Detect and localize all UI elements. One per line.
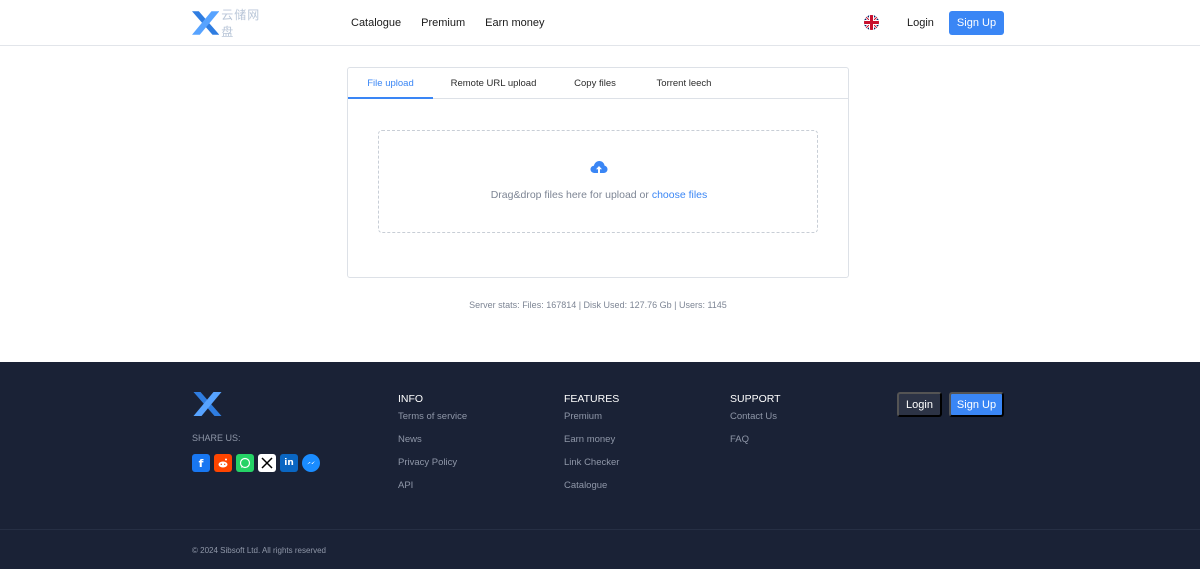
share-label: SHARE US:	[192, 433, 241, 443]
active-tab-indicator	[348, 97, 433, 99]
footer-link-contact[interactable]: Contact Us	[730, 412, 781, 435]
social-share-buttons: f in	[192, 454, 320, 472]
footer-logo[interactable]	[192, 392, 223, 421]
footer-link-catalogue[interactable]: Catalogue	[564, 481, 619, 504]
file-dropzone[interactable]: Drag&drop files here for upload or choos…	[378, 130, 818, 233]
footer-link-link-checker[interactable]: Link Checker	[564, 458, 619, 481]
footer-link-earn-money[interactable]: Earn money	[564, 435, 619, 458]
reddit-icon[interactable]	[214, 454, 232, 472]
footer-col-info: INFO Terms of service News Privacy Polic…	[398, 394, 467, 504]
footer-col-features: FEATURES Premium Earn money Link Checker…	[564, 394, 619, 504]
x-logo-icon	[192, 11, 220, 35]
upload-tabs: File upload Remote URL upload Copy files…	[348, 68, 848, 99]
footer-col-title: INFO	[398, 393, 424, 405]
whatsapp-icon[interactable]	[236, 454, 254, 472]
copyright-text: © 2024 Sibsoft Ltd. All rights reserved	[192, 546, 326, 555]
cloud-upload-icon	[590, 161, 608, 173]
footer-link-api[interactable]: API	[398, 481, 467, 504]
x-icon[interactable]	[258, 454, 276, 472]
footer-link-privacy[interactable]: Privacy Policy	[398, 458, 467, 481]
footer-col-support: SUPPORT Contact Us FAQ	[730, 394, 781, 458]
footer-link-faq[interactable]: FAQ	[730, 435, 781, 458]
facebook-icon[interactable]: f	[192, 454, 210, 472]
site-logo[interactable]: 云储网盘	[192, 8, 272, 39]
language-flag-icon[interactable]	[864, 15, 879, 30]
footer-link-terms[interactable]: Terms of service	[398, 412, 467, 435]
header-signup-button[interactable]: Sign Up	[949, 11, 1004, 35]
footer-col-title: SUPPORT	[730, 393, 781, 405]
tab-remote-url-upload[interactable]: Remote URL upload	[440, 68, 547, 99]
tab-file-upload[interactable]: File upload	[348, 68, 433, 99]
logo-text: 云储网盘	[221, 8, 261, 39]
messenger-icon[interactable]	[302, 454, 320, 472]
linkedin-icon[interactable]: in	[280, 454, 298, 472]
server-stats: Server stats: Files: 167814 | Disk Used:…	[469, 300, 727, 310]
choose-files-link[interactable]: choose files	[652, 189, 707, 201]
footer-divider	[0, 529, 1200, 530]
tab-copy-files[interactable]: Copy files	[560, 68, 630, 99]
site-footer: SHARE US: f in INFO Terms of service New…	[0, 362, 1200, 569]
footer-link-premium[interactable]: Premium	[564, 412, 619, 435]
upload-card: File upload Remote URL upload Copy files…	[347, 67, 849, 278]
dropzone-text: Drag&drop files here for upload or choos…	[379, 189, 819, 201]
footer-login-button[interactable]: Login	[897, 392, 942, 417]
nav-catalogue[interactable]: Catalogue	[351, 17, 401, 29]
footer-signup-button[interactable]: Sign Up	[949, 392, 1004, 417]
nav-premium[interactable]: Premium	[421, 17, 465, 29]
nav-earn-money[interactable]: Earn money	[485, 17, 544, 29]
dropzone-instruction: Drag&drop files here for upload or	[490, 189, 652, 201]
header-login-link[interactable]: Login	[907, 0, 934, 46]
footer-link-news[interactable]: News	[398, 435, 467, 458]
main-nav: Catalogue Premium Earn money	[351, 0, 544, 46]
footer-col-title: FEATURES	[564, 393, 620, 405]
tab-torrent-leech[interactable]: Torrent leech	[644, 68, 724, 99]
site-header: 云储网盘 Catalogue Premium Earn money Login …	[0, 0, 1200, 46]
x-logo-icon	[193, 392, 222, 416]
